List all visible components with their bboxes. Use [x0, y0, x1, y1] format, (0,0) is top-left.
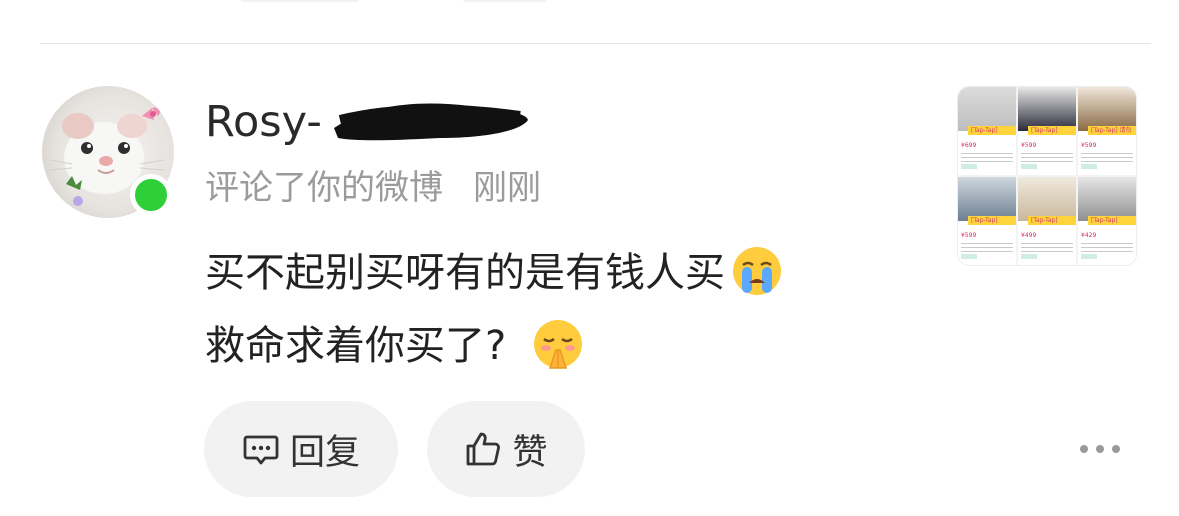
product-tag: [Tap-Tap] [1028, 215, 1076, 225]
comment-text-line: 救命求着你买了? [205, 316, 584, 376]
like-label: 赞 [512, 432, 548, 473]
comment-icon [243, 435, 279, 465]
product-photo [958, 87, 1016, 131]
comment-text-line: 买不起别买呀有的是有钱人买 [205, 243, 783, 303]
product-photo [958, 177, 1016, 221]
weibo-post-thumbnail[interactable]: [Tap-Tap] ¥699 [Tap-Tap] ¥599 [Tap-Tap] … [957, 86, 1137, 266]
product-tile: [Tap-Tap] 请勿 ¥599 [1078, 87, 1136, 175]
product-price: ¥599 [961, 231, 977, 239]
thumbs-up-icon [467, 432, 501, 466]
product-desc [1021, 150, 1073, 163]
product-desc [961, 150, 1013, 163]
username[interactable]: Rosy- [205, 94, 322, 150]
product-tag: [Tap-Tap] [1088, 215, 1136, 225]
more-dot [1112, 445, 1120, 453]
product-tile: [Tap-Tap] ¥429 [1078, 177, 1136, 265]
online-status-dot [130, 174, 172, 216]
product-price: ¥699 [961, 141, 977, 149]
product-badge [961, 254, 977, 260]
product-badge [961, 164, 977, 170]
more-options-button[interactable] [1080, 436, 1120, 462]
product-tile: [Tap-Tap] ¥499 [1018, 177, 1076, 265]
product-tile: [Tap-Tap] ¥599 [958, 177, 1016, 265]
comment-notification: Rosy- 评论了你的微博刚刚 买不起别买呀有的是有钱人买 救命求着你买了? [0, 0, 1179, 516]
action-text: 评论了你的微博 [205, 168, 443, 208]
reply-label: 回复 [289, 432, 360, 473]
more-dot [1080, 445, 1088, 453]
loudly-crying-face-icon [733, 247, 781, 295]
product-desc [961, 240, 1013, 253]
reply-button[interactable]: 回复 [204, 401, 398, 497]
product-tag: [Tap-Tap] [968, 125, 1016, 135]
product-desc [1081, 150, 1133, 163]
product-desc [1081, 240, 1133, 253]
product-tag: [Tap-Tap] [968, 215, 1016, 225]
product-badge [1081, 254, 1097, 260]
product-price: ¥429 [1081, 231, 1097, 239]
divider [40, 43, 1151, 44]
product-tag: [Tap-Tap] 请勿 [1088, 125, 1136, 135]
redaction-scribble [334, 103, 528, 141]
comment-text: 救命求着你买了? [205, 323, 507, 369]
product-photo [1018, 87, 1076, 131]
more-dot [1096, 445, 1104, 453]
product-badge [1081, 164, 1097, 170]
timestamp: 刚刚 [473, 168, 541, 208]
comment-text: 买不起别买呀有的是有钱人买 [205, 250, 725, 296]
shushing-face-icon [534, 320, 583, 369]
product-photo [1078, 177, 1136, 221]
product-tile: [Tap-Tap] ¥599 [1018, 87, 1076, 175]
like-button[interactable]: 赞 [427, 401, 585, 497]
product-desc [1021, 240, 1073, 253]
product-photo [1078, 87, 1136, 131]
product-badge [1021, 164, 1037, 170]
avatar[interactable] [42, 86, 174, 218]
product-price: ¥599 [1021, 141, 1037, 149]
product-price: ¥599 [1081, 141, 1097, 149]
product-tile: [Tap-Tap] ¥699 [958, 87, 1016, 175]
previous-button-stub [240, 0, 360, 2]
notification-meta: 评论了你的微博 刚刚 [205, 165, 541, 211]
product-tag: [Tap-Tap] [1028, 125, 1076, 135]
previous-button-stub [462, 0, 548, 2]
product-price: ¥499 [1021, 231, 1037, 239]
product-grid: [Tap-Tap] ¥699 [Tap-Tap] ¥599 [Tap-Tap] … [958, 87, 1136, 265]
previous-item-remnant [0, 0, 1179, 10]
product-photo [1018, 177, 1076, 221]
product-badge [1021, 254, 1037, 260]
